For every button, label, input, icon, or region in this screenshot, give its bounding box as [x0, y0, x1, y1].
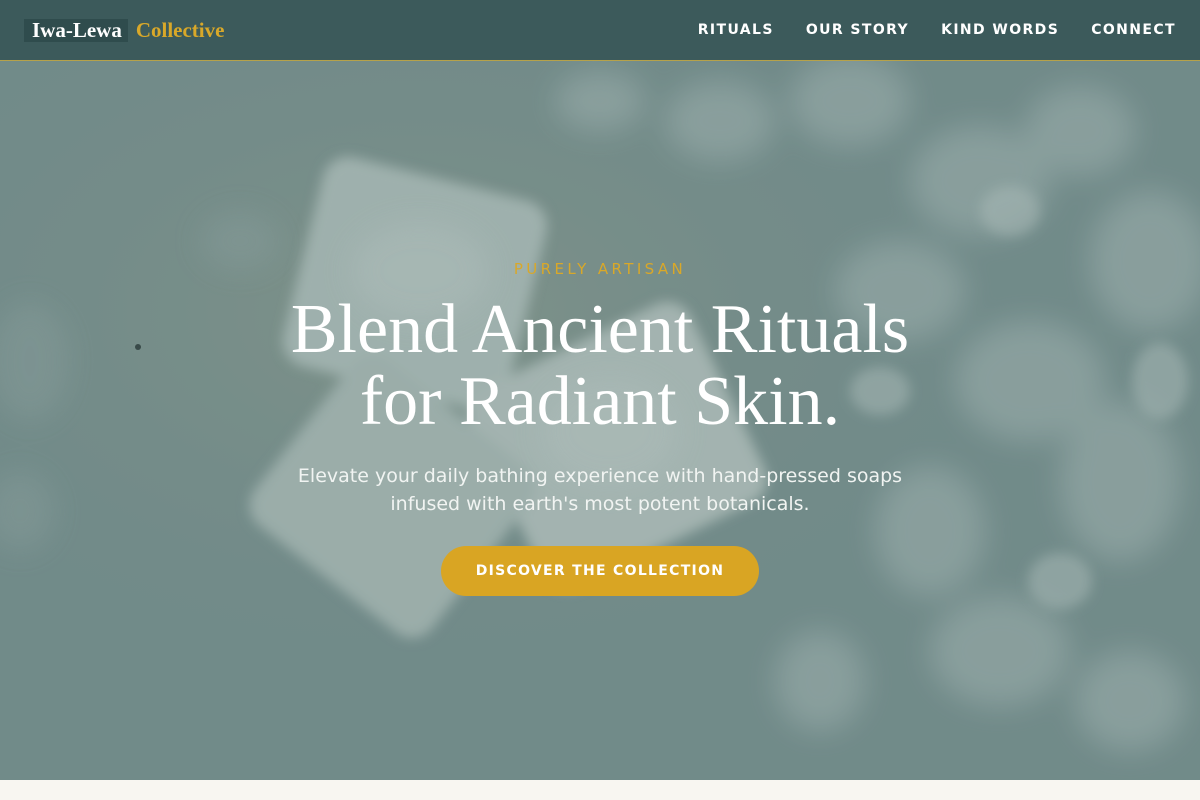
nav-link-rituals[interactable]: RITUALS [698, 22, 774, 38]
nav-link-connect[interactable]: CONNECT [1091, 22, 1176, 38]
hero-headline: Blend Ancient Rituals for Radiant Skin. [0, 294, 1200, 438]
site-header: Iwa-Lewa Collective RITUALS OUR STORY KI… [0, 0, 1200, 61]
hero-content: PURELY ARTISAN Blend Ancient Rituals for… [0, 61, 1200, 780]
hero-subtext: Elevate your daily bathing experience wi… [270, 462, 930, 518]
hero-headline-line-2: for Radiant Skin. [359, 363, 841, 440]
discover-collection-button[interactable]: DISCOVER THE COLLECTION [441, 546, 759, 596]
hero-headline-line-1: Blend Ancient Rituals [290, 291, 910, 368]
hero-eyebrow: PURELY ARTISAN [513, 260, 687, 278]
nav-link-our-story[interactable]: OUR STORY [806, 22, 909, 38]
main-nav: RITUALS OUR STORY KIND WORDS CONNECT [698, 22, 1176, 38]
brand-name-accent: Collective [135, 17, 225, 42]
hero-subtext-line-1: Elevate your daily bathing experience wi… [297, 465, 903, 487]
brand-name-primary: Iwa-Lewa [24, 18, 128, 42]
nav-link-kind-words[interactable]: KIND WORDS [941, 22, 1059, 38]
hero-section: PURELY ARTISAN Blend Ancient Rituals for… [0, 61, 1200, 780]
hero-subtext-line-2: infused with earth's most potent botanic… [390, 493, 810, 515]
page-section-below-fold [0, 780, 1200, 800]
brand-logo[interactable]: Iwa-Lewa Collective [24, 18, 224, 43]
